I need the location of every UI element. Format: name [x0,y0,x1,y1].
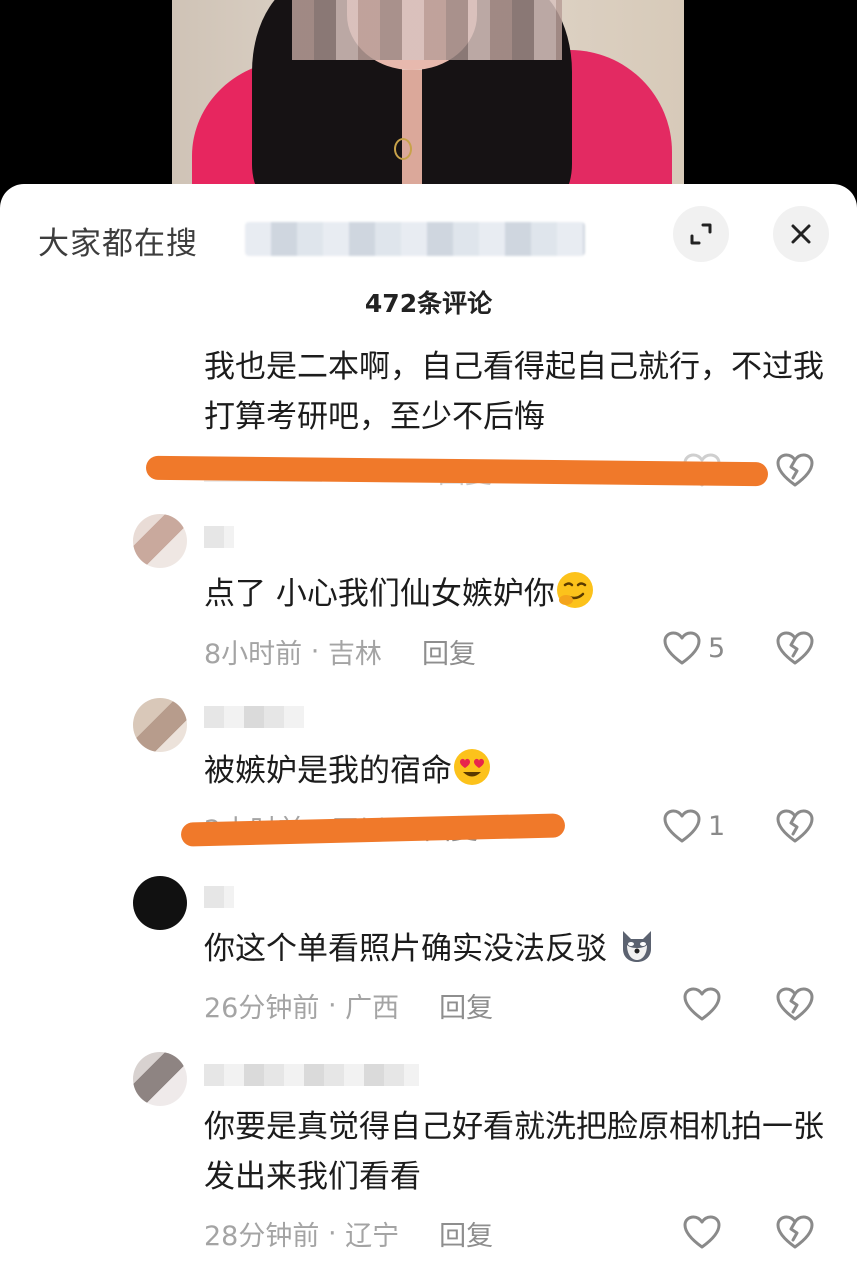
avatar[interactable] [133,1052,187,1106]
dislike-button[interactable] [775,808,815,848]
username-blurred[interactable] [204,1064,419,1086]
search-suggestion-bar[interactable]: 大家都在搜 [38,220,198,262]
search-suggestion-blurred[interactable] [245,222,585,256]
username-blurred[interactable] [204,886,234,908]
heart-icon [663,809,701,843]
like-button[interactable] [682,986,722,1022]
close-button[interactable] [773,206,829,262]
comment-count-title: 472条评论 [364,289,493,318]
dislike-button[interactable] [775,1214,815,1254]
like-button[interactable] [682,1214,722,1250]
reply-button[interactable]: 回复 [422,632,476,671]
like-button[interactable]: 1 [662,808,725,844]
avatar[interactable] [133,698,187,752]
reply-button[interactable]: 回复 [439,986,493,1025]
broken-heart-icon [776,987,814,1021]
like-count: 5 [708,632,726,664]
smirk-emoji-icon [556,572,593,608]
broken-heart-icon [776,1215,814,1249]
comment-text-content: 点了 小心我们仙女嫉妒你 [204,576,555,612]
broken-heart-icon [776,809,814,843]
dislike-button[interactable] [775,630,815,670]
comment-text: 点了 小心我们仙女嫉妒你 [204,569,824,619]
comment-text: 我也是二本啊，自己看得起自己就行，不过我打算考研吧，至少不后悔 [204,349,824,435]
broken-heart-icon [776,453,814,487]
comment-text-content: 被嫉妒是我的宿命 [204,753,452,789]
expand-icon [690,223,712,245]
video-background [0,0,857,200]
comment-location: 吉林 [327,639,382,670]
comment-sheet: 大家都在搜 472条评论 我也是二本啊，自己看得起自己就行，不过我打算考研吧，至… [0,184,857,1280]
meta-separator: · [319,1218,346,1249]
face-mosaic [292,0,562,60]
comment-meta: 28分钟前 · 辽宁 回复 [204,1214,493,1253]
heart-icon [683,987,721,1021]
comment-time: 8小时前 [204,639,303,670]
comment-text: 你这个单看照片确实没法反驳 [204,924,824,974]
dislike-button[interactable] [775,452,815,492]
comment-text: 被嫉妒是我的宿命 [204,746,824,796]
dog-emoji-icon [622,931,651,962]
like-count: 1 [708,810,726,842]
username-blurred[interactable] [204,526,234,548]
comment-meta: 8小时前 · 吉林 回复 [204,632,476,671]
username-blurred[interactable] [204,706,304,728]
heart-eyes-emoji-icon [454,749,490,785]
like-button[interactable]: 5 [662,630,725,666]
comment-location: 辽宁 [345,1221,400,1252]
video-frame [172,0,684,200]
comment-time: 26分钟前 [204,993,320,1024]
comment-meta: 26分钟前 · 广西 回复 [204,986,493,1025]
expand-button[interactable] [673,206,729,262]
necklace-pendant [394,138,412,160]
close-icon [791,224,811,244]
avatar[interactable] [133,514,187,568]
dislike-button[interactable] [775,986,815,1026]
meta-separator: · [319,990,346,1021]
broken-heart-icon [776,631,814,665]
meta-separator: · [302,636,328,667]
heart-icon [663,631,701,665]
reply-button[interactable]: 回复 [439,1214,493,1253]
heart-icon [683,1215,721,1249]
comment-location: 广西 [345,993,400,1024]
comment-text: 你要是真觉得自己好看就洗把脸原相机拍一张发出来我们看看 [204,1109,824,1195]
search-suggestion-label: 大家都在搜 [38,225,198,262]
comment-text-content: 你这个单看照片确实没法反驳 [204,931,607,967]
avatar[interactable] [133,876,187,930]
comment-time: 28分钟前 [204,1221,320,1252]
